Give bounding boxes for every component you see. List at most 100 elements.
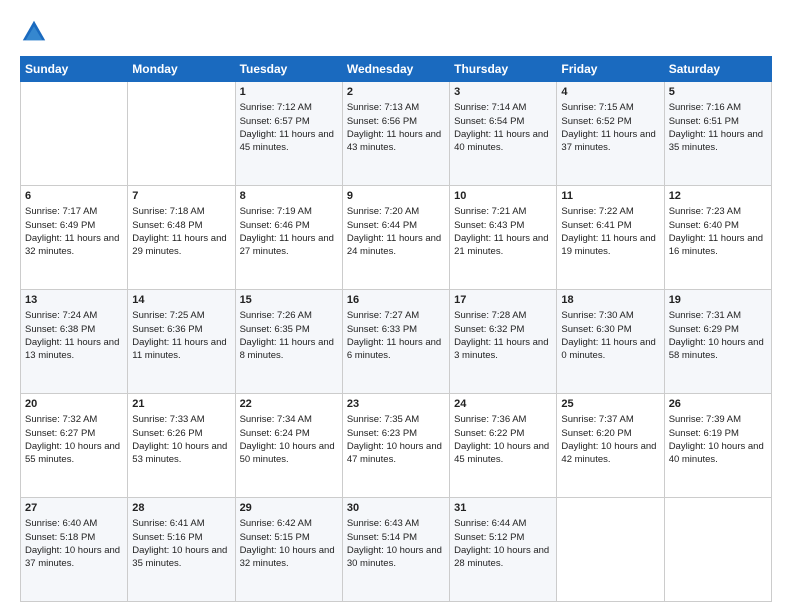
sunrise-text: Sunrise: 7:27 AM: [347, 310, 419, 321]
day-number: 7: [132, 189, 230, 204]
day-number: 16: [347, 293, 445, 308]
sunrise-text: Sunrise: 7:21 AM: [454, 206, 526, 217]
day-number: 24: [454, 397, 552, 412]
logo-icon: [20, 18, 48, 46]
daylight-text: Daylight: 11 hours and 43 minutes.: [347, 129, 441, 153]
day-number: 19: [669, 293, 767, 308]
sunrise-text: Sunrise: 7:28 AM: [454, 310, 526, 321]
sunrise-text: Sunrise: 7:35 AM: [347, 414, 419, 425]
day-number: 23: [347, 397, 445, 412]
header-day-monday: Monday: [128, 57, 235, 82]
sunset-text: Sunset: 6:26 PM: [132, 428, 202, 439]
sunset-text: Sunset: 6:36 PM: [132, 324, 202, 335]
sunset-text: Sunset: 6:29 PM: [669, 324, 739, 335]
daylight-text: Daylight: 11 hours and 40 minutes.: [454, 129, 548, 153]
daylight-text: Daylight: 10 hours and 30 minutes.: [347, 545, 442, 569]
calendar-cell: [664, 498, 771, 602]
week-row-2: 6Sunrise: 7:17 AMSunset: 6:49 PMDaylight…: [21, 186, 772, 290]
sunrise-text: Sunrise: 6:42 AM: [240, 518, 312, 529]
daylight-text: Daylight: 10 hours and 28 minutes.: [454, 545, 549, 569]
header: [20, 18, 772, 46]
day-number: 18: [561, 293, 659, 308]
daylight-text: Daylight: 10 hours and 45 minutes.: [454, 441, 549, 465]
daylight-text: Daylight: 10 hours and 58 minutes.: [669, 337, 764, 361]
daylight-text: Daylight: 11 hours and 37 minutes.: [561, 129, 655, 153]
sunset-text: Sunset: 6:51 PM: [669, 116, 739, 127]
day-number: 20: [25, 397, 123, 412]
header-day-thursday: Thursday: [450, 57, 557, 82]
daylight-text: Daylight: 10 hours and 47 minutes.: [347, 441, 442, 465]
sunrise-text: Sunrise: 7:39 AM: [669, 414, 741, 425]
day-number: 28: [132, 501, 230, 516]
calendar-cell: 30Sunrise: 6:43 AMSunset: 5:14 PMDayligh…: [342, 498, 449, 602]
calendar-cell: 7Sunrise: 7:18 AMSunset: 6:48 PMDaylight…: [128, 186, 235, 290]
daylight-text: Daylight: 11 hours and 13 minutes.: [25, 337, 119, 361]
header-day-wednesday: Wednesday: [342, 57, 449, 82]
daylight-text: Daylight: 10 hours and 35 minutes.: [132, 545, 227, 569]
sunset-text: Sunset: 6:22 PM: [454, 428, 524, 439]
calendar-cell: [128, 82, 235, 186]
day-number: 4: [561, 85, 659, 100]
calendar-cell: 21Sunrise: 7:33 AMSunset: 6:26 PMDayligh…: [128, 394, 235, 498]
calendar: SundayMondayTuesdayWednesdayThursdayFrid…: [20, 56, 772, 602]
header-day-tuesday: Tuesday: [235, 57, 342, 82]
sunset-text: Sunset: 5:15 PM: [240, 532, 310, 543]
sunset-text: Sunset: 6:27 PM: [25, 428, 95, 439]
calendar-cell: 23 Sunrise: 7:35 AM Sunset: 6:23 PM Dayligh…: [342, 394, 449, 498]
calendar-cell: 13Sunrise: 7:24 AMSunset: 6:38 PMDayligh…: [21, 290, 128, 394]
sunrise-text: Sunrise: 6:44 AM: [454, 518, 526, 529]
daylight-text: Daylight: 11 hours and 21 minutes.: [454, 233, 548, 257]
calendar-cell: 10Sunrise: 7:21 AMSunset: 6:43 PMDayligh…: [450, 186, 557, 290]
calendar-body: 1Sunrise: 7:12 AMSunset: 6:57 PMDaylight…: [21, 82, 772, 602]
calendar-cell: 8Sunrise: 7:19 AMSunset: 6:46 PMDaylight…: [235, 186, 342, 290]
calendar-cell: [557, 498, 664, 602]
sunrise-text: Sunrise: 7:13 AM: [347, 102, 419, 113]
daylight-text: Daylight: 11 hours and 6 minutes.: [347, 337, 441, 361]
sunset-text: Sunset: 6:52 PM: [561, 116, 631, 127]
day-number: 8: [240, 189, 338, 204]
sunset-text: Sunset: 6:20 PM: [561, 428, 631, 439]
calendar-cell: 20Sunrise: 7:32 AMSunset: 6:27 PMDayligh…: [21, 394, 128, 498]
sunrise-text: Sunrise: 7:26 AM: [240, 310, 312, 321]
day-number: 15: [240, 293, 338, 308]
day-number: 11: [561, 189, 659, 204]
day-number: 12: [669, 189, 767, 204]
sunrise-text: Sunrise: 7:16 AM: [669, 102, 741, 113]
calendar-cell: 18Sunrise: 7:30 AMSunset: 6:30 PMDayligh…: [557, 290, 664, 394]
sunrise-text: Sunrise: 7:25 AM: [132, 310, 204, 321]
sunrise-text: Sunrise: 7:15 AM: [561, 102, 633, 113]
daylight-text: Daylight: 10 hours and 37 minutes.: [25, 545, 120, 569]
sunrise-text: Sunrise: 7:24 AM: [25, 310, 97, 321]
calendar-cell: 9Sunrise: 7:20 AMSunset: 6:44 PMDaylight…: [342, 186, 449, 290]
day-number: 5: [669, 85, 767, 100]
calendar-cell: 11Sunrise: 7:22 AMSunset: 6:41 PMDayligh…: [557, 186, 664, 290]
sunrise-text: Sunrise: 7:30 AM: [561, 310, 633, 321]
daylight-text: Daylight: 10 hours and 40 minutes.: [669, 441, 764, 465]
day-number: 27: [25, 501, 123, 516]
calendar-cell: 19Sunrise: 7:31 AMSunset: 6:29 PMDayligh…: [664, 290, 771, 394]
daylight-text: Daylight: 11 hours and 11 minutes.: [132, 337, 226, 361]
sunset-text: Sunset: 6:49 PM: [25, 220, 95, 231]
calendar-cell: 5 Sunrise: 7:16 AM Sunset: 6:51 PM Daylight…: [664, 82, 771, 186]
calendar-cell: 24Sunrise: 7:36 AMSunset: 6:22 PMDayligh…: [450, 394, 557, 498]
week-row-3: 13Sunrise: 7:24 AMSunset: 6:38 PMDayligh…: [21, 290, 772, 394]
calendar-cell: 31Sunrise: 6:44 AMSunset: 5:12 PMDayligh…: [450, 498, 557, 602]
sunrise-text: Sunrise: 7:32 AM: [25, 414, 97, 425]
sunrise-text: Sunrise: 7:37 AM: [561, 414, 633, 425]
daylight-text: Daylight: 11 hours and 24 minutes.: [347, 233, 441, 257]
sunrise-text: Sunrise: 6:40 AM: [25, 518, 97, 529]
daylight-text: Daylight: 10 hours and 32 minutes.: [240, 545, 335, 569]
sunrise-text: Sunrise: 7:20 AM: [347, 206, 419, 217]
day-number: 22: [240, 397, 338, 412]
calendar-cell: 3Sunrise: 7:14 AMSunset: 6:54 PMDaylight…: [450, 82, 557, 186]
sunrise-text: Sunrise: 7:19 AM: [240, 206, 312, 217]
sunrise-text: Sunrise: 7:34 AM: [240, 414, 312, 425]
calendar-cell: [21, 82, 128, 186]
day-number: 21: [132, 397, 230, 412]
sunset-text: Sunset: 5:14 PM: [347, 532, 417, 543]
daylight-text: Daylight: 11 hours and 35 minutes.: [669, 129, 763, 153]
daylight-text: Daylight: 11 hours and 29 minutes.: [132, 233, 226, 257]
day-number: 1: [240, 85, 338, 100]
sunset-text: Sunset: 5:12 PM: [454, 532, 524, 543]
sunset-text: Sunset: 6:23 PM: [347, 428, 417, 439]
